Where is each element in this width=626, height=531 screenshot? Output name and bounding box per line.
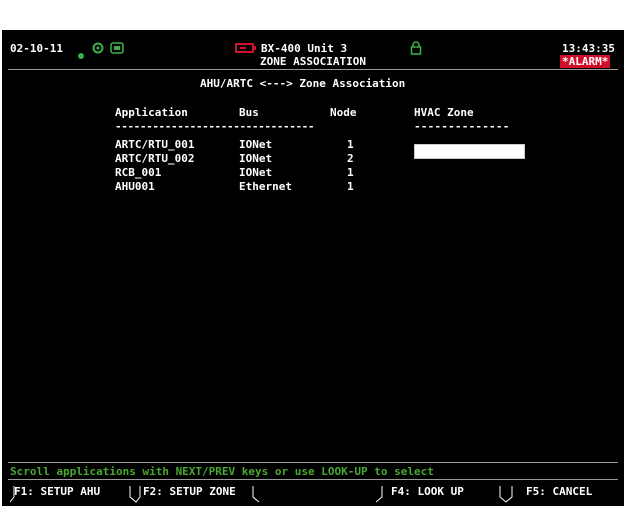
row-node: 2 [347,152,354,165]
tm-icon [110,42,124,54]
row-node: 1 [347,166,354,179]
row-node: 1 [347,180,354,193]
col-application: Application [115,106,188,119]
status-led-icon [78,45,84,64]
network-icon [92,42,104,54]
row-node: 1 [347,138,354,151]
header-rule-left: -------------------------------- [115,120,315,133]
row-bus: Ethernet [239,180,292,193]
header-divider [8,69,618,70]
date-readout: 02-10-11 [10,42,63,55]
header-rule-right: -------------- [414,120,510,133]
device-name: BX-400 Unit 3 [261,42,348,55]
page-title: AHU/ARTC <---> Zone Association [200,77,406,90]
row-bus: IONet [239,138,273,151]
controller-screen: 02-10-11 BX-400 Unit 3 ZONE ASSOCIATION … [8,36,618,506]
row-bus: IONet [239,166,273,179]
row-bus: IONet [239,152,273,165]
lock-icon [410,41,422,55]
alarm-badge[interactable]: *ALARM* [560,55,611,68]
status-message: Scroll applications with NEXT/PREV keys … [10,465,434,478]
row-application: AHU001 [115,180,155,193]
row-application: ARTC/RTU_002 [115,152,195,165]
col-hvac-zone: HVAC Zone [414,106,474,119]
softkey-brackets [9,486,513,503]
hvac-zone-field[interactable] [414,144,525,159]
status-divider [8,462,618,463]
time-readout: 13:43:35 [562,42,615,55]
screen-name: ZONE ASSOCIATION [260,55,366,68]
row-application: ARTC/RTU_001 [115,138,195,151]
col-node: Node [330,106,357,119]
row-application: RCB_001 [115,166,162,179]
battery-icon [235,43,256,53]
col-bus: Bus [239,106,259,119]
